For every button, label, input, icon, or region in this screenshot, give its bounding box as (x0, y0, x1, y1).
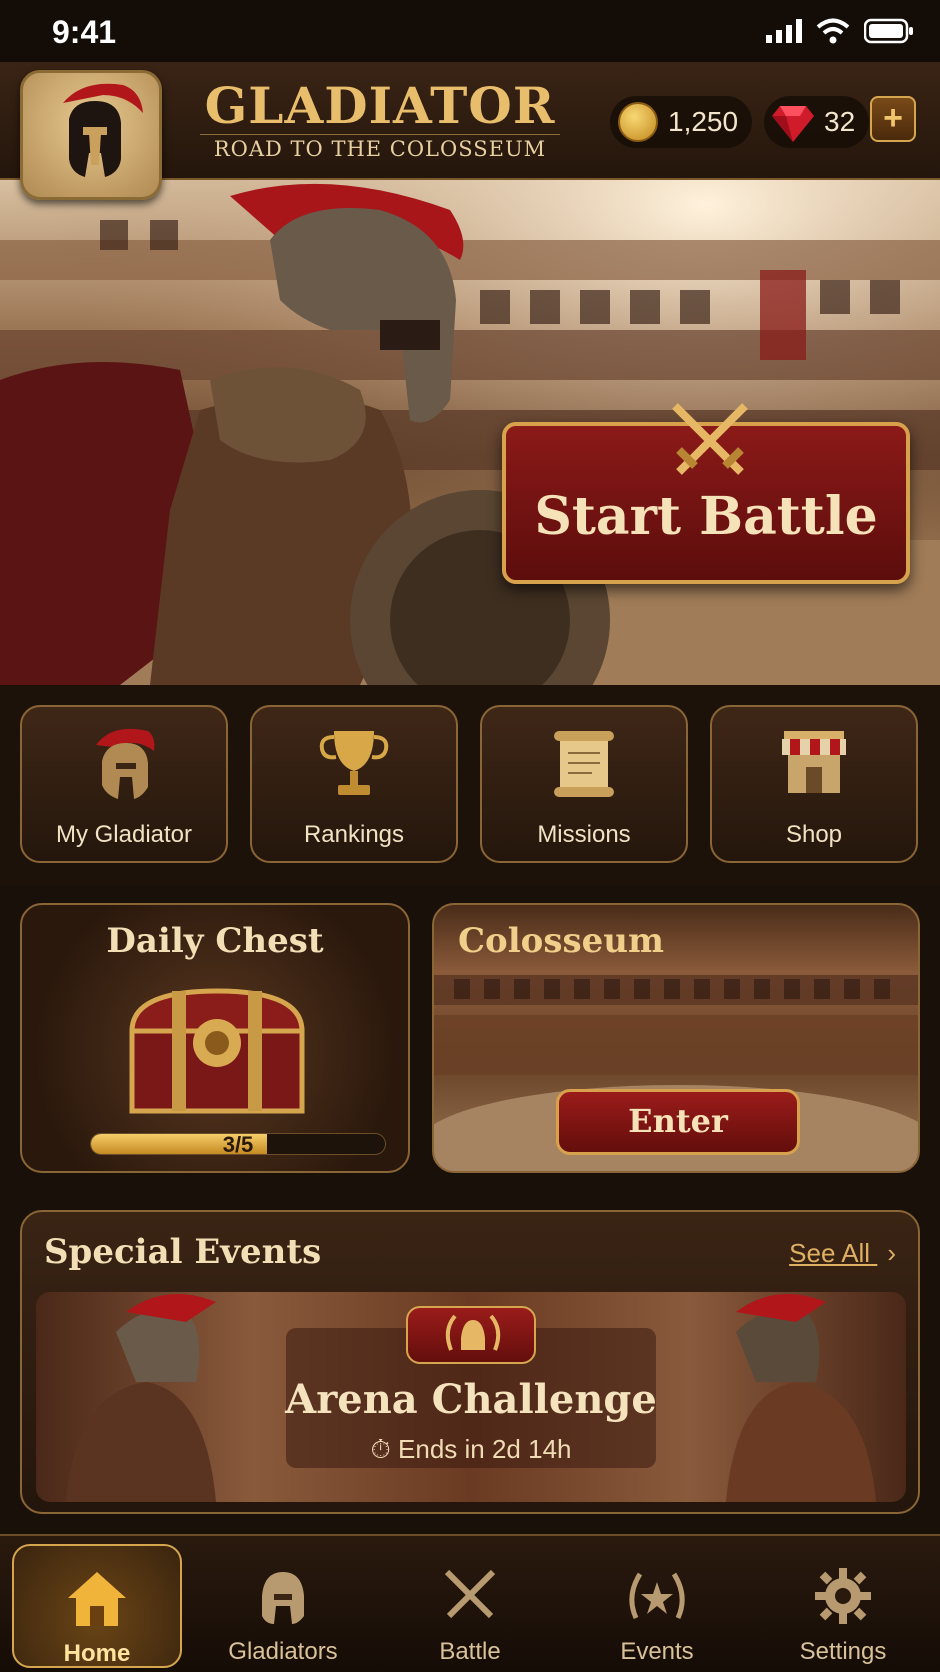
shop-button[interactable]: Shop (710, 705, 918, 863)
see-all-label: See All (789, 1238, 871, 1268)
app-subtitle: ROAD TO THE COLOSSEUM (200, 134, 560, 161)
add-currency-button[interactable]: + (870, 96, 916, 142)
crossed-swords-icon (444, 1569, 496, 1619)
hero-banner: Start Battle (0, 180, 940, 685)
bottom-nav: Home Gladiators Battle Events Settings (0, 1534, 940, 1672)
enter-colosseum-button[interactable]: Enter (556, 1089, 800, 1155)
rankings-button[interactable]: Rankings (250, 705, 458, 863)
quick-nav: My Gladiator Rankings Missions Shop (0, 685, 940, 885)
coin-count: 1,250 (668, 106, 739, 137)
my-gladiator-label: My Gladiator (55, 821, 193, 848)
nav-battle[interactable]: Battle (385, 1544, 555, 1668)
rankings-label: Rankings (303, 821, 405, 848)
shop-label: Shop (785, 821, 843, 848)
event-emblem (406, 1306, 536, 1364)
coin-balance[interactable]: 1,250 (610, 96, 753, 148)
missions-button[interactable]: Missions (480, 705, 688, 863)
app-header: GLADIATOR ROAD TO THE COLOSSEUM 1,250 32… (0, 62, 940, 200)
daily-chest-card[interactable]: Daily Chest 3/5 (20, 903, 410, 1173)
event-countdown: ⏱ Ends in 2d 14h (36, 1434, 906, 1466)
colosseum-title: Colosseum (458, 921, 664, 961)
trophy-icon (319, 731, 389, 795)
app-logo[interactable] (20, 70, 162, 200)
start-battle-label: Start Battle (534, 486, 878, 547)
nav-settings[interactable]: Settings (758, 1544, 928, 1668)
arena-challenge-banner[interactable]: Arena Challenge ⏱ Ends in 2d 14h (36, 1292, 906, 1502)
gem-count: 32 (824, 106, 856, 137)
my-gladiator-button[interactable]: My Gladiator (20, 705, 228, 863)
nav-settings-label: Settings (799, 1638, 887, 1665)
special-events-panel: Special Events See All › Arena Challenge… (20, 1210, 920, 1514)
scroll-icon (554, 731, 614, 797)
gladiator-helmet-logo-icon (63, 83, 143, 177)
laurel-helmet-icon (445, 1314, 501, 1351)
treasure-chest-icon (129, 988, 305, 1114)
daily-chest-title: Daily Chest (106, 921, 324, 961)
event-countdown-text: Ends in 2d 14h (398, 1434, 572, 1464)
nav-gladiators[interactable]: Gladiators (198, 1544, 368, 1668)
start-battle-button[interactable]: Start Battle (502, 403, 910, 584)
crossed-swords-icon (672, 403, 748, 475)
laurel-icon (629, 1572, 685, 1620)
shop-icon (782, 731, 846, 793)
see-all-link[interactable]: See All › (789, 1238, 896, 1269)
status-icons (766, 18, 914, 44)
chevron-right-icon: › (887, 1238, 896, 1268)
status-time: 9:41 (52, 14, 117, 50)
chest-progress-bar: 3/5 (90, 1133, 386, 1155)
app-title-block: GLADIATOR ROAD TO THE COLOSSEUM (200, 80, 560, 161)
helmet-icon (96, 728, 155, 799)
wifi-icon (816, 18, 850, 44)
stopwatch-icon: ⏱ (370, 1434, 391, 1464)
coin-icon (618, 102, 658, 142)
missions-label: Missions (537, 821, 631, 848)
nav-events[interactable]: Events (572, 1544, 742, 1668)
chest-progress-text: 3/5 (222, 1133, 254, 1155)
status-bar: 9:41 (0, 0, 940, 62)
event-title: Arena Challenge (285, 1376, 657, 1423)
app-title: GLADIATOR (204, 76, 556, 135)
home-icon (68, 1572, 126, 1626)
gem-balance[interactable]: 32 (764, 96, 870, 148)
special-events-title: Special Events (44, 1232, 322, 1272)
gear-icon (815, 1568, 871, 1624)
nav-home-label: Home (63, 1640, 131, 1667)
signal-icon (766, 19, 802, 43)
nav-events-label: Events (620, 1638, 694, 1665)
helmet-icon (262, 1572, 304, 1624)
nav-gladiators-label: Gladiators (228, 1638, 338, 1665)
ruby-gem-icon (772, 106, 814, 142)
nav-battle-label: Battle (439, 1638, 501, 1665)
colosseum-card[interactable]: Colosseum Enter (432, 903, 920, 1173)
nav-home[interactable]: Home (12, 1544, 182, 1668)
battery-icon (864, 18, 913, 44)
